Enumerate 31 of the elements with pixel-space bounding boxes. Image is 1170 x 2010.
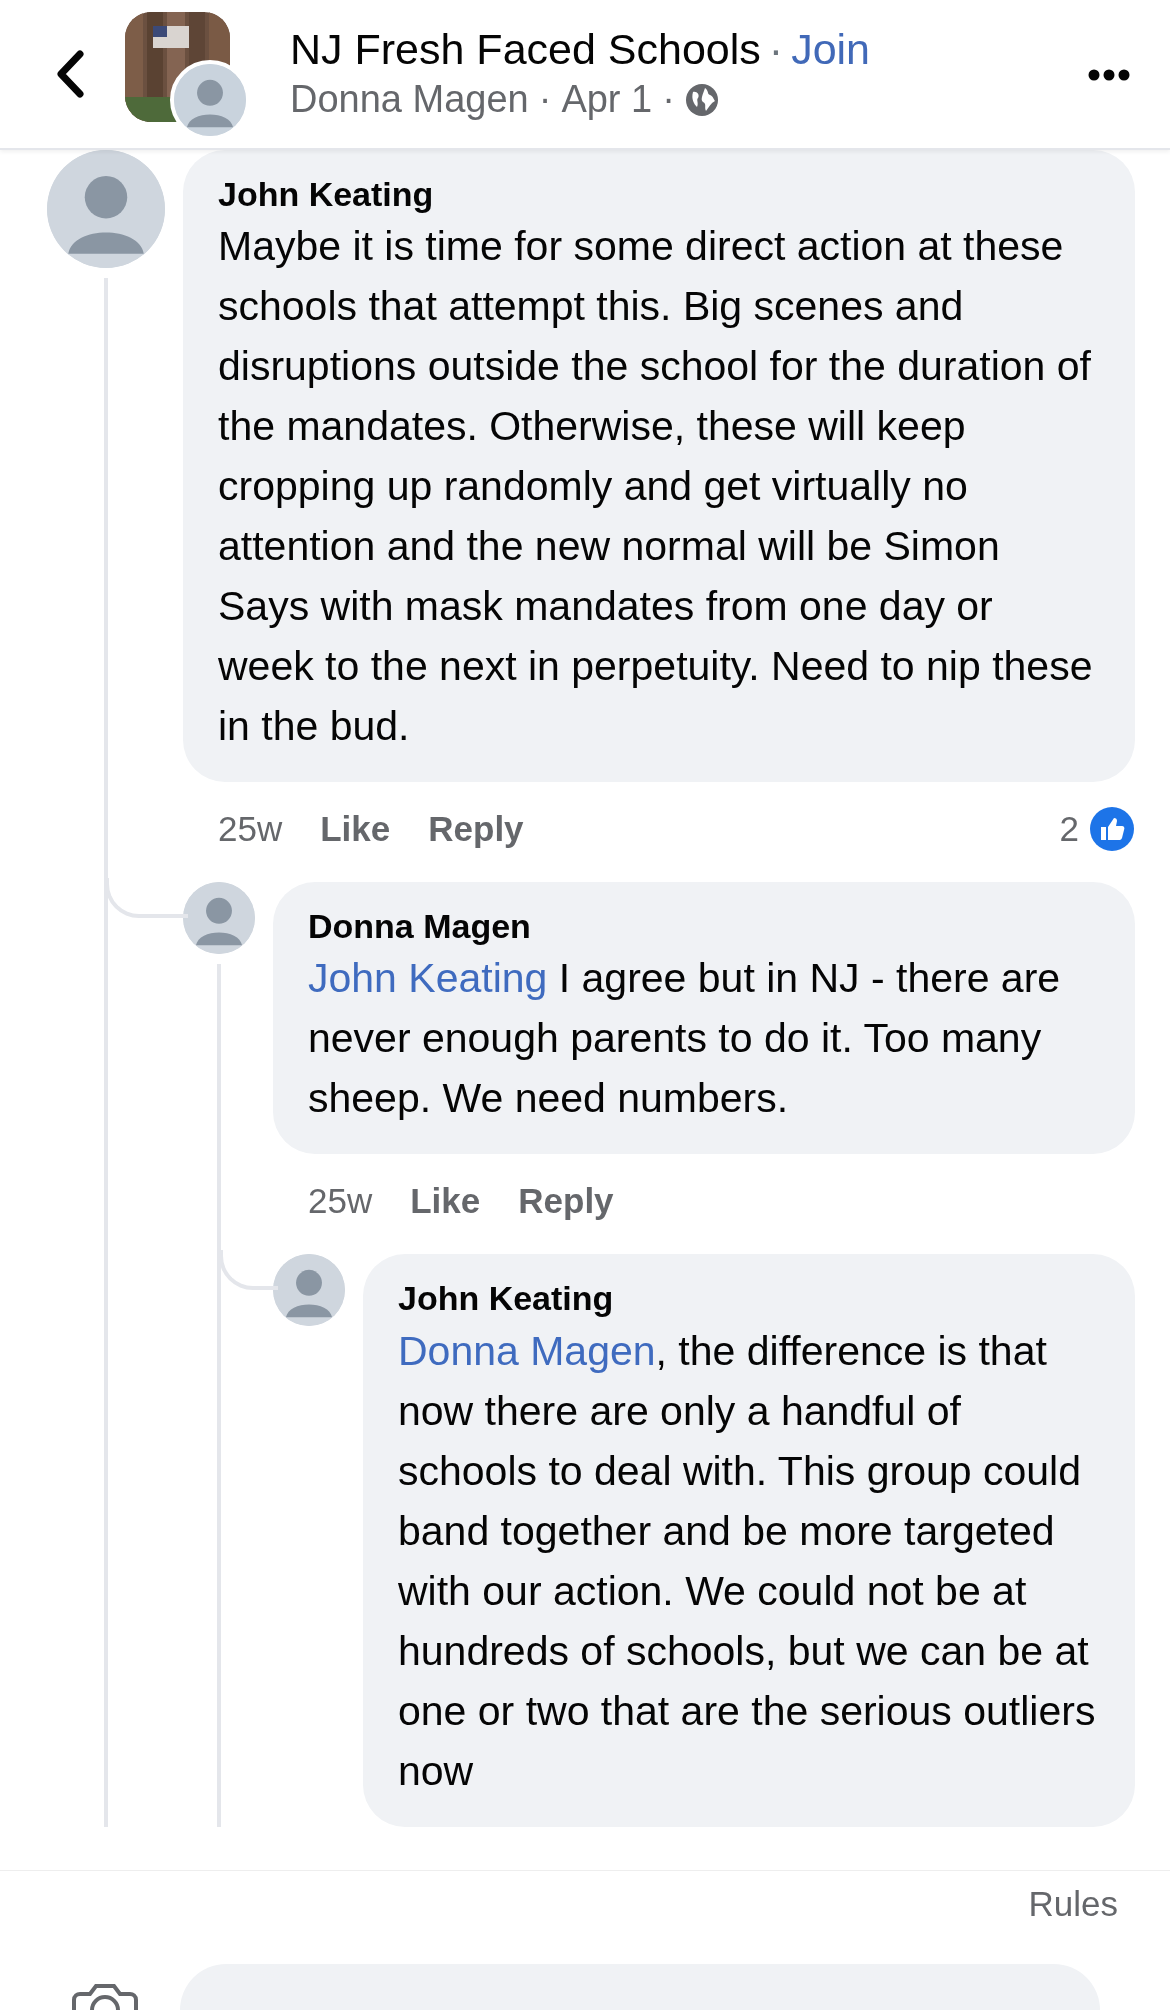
comment-time: 25w bbox=[218, 807, 283, 850]
separator-dot: · bbox=[662, 77, 675, 123]
back-icon[interactable] bbox=[55, 50, 85, 98]
action-link[interactable]: Reply bbox=[518, 1175, 614, 1228]
commenter-name[interactable]: John Keating bbox=[218, 172, 1097, 217]
post-date[interactable]: Apr 1 bbox=[561, 75, 653, 125]
avatar-icon[interactable] bbox=[47, 150, 165, 268]
camera-icon[interactable] bbox=[70, 1984, 140, 2010]
mention-link[interactable]: John Keating bbox=[308, 955, 548, 1002]
thumbs-up-icon bbox=[1089, 806, 1135, 853]
comment-text: Donna Magen, the difference is that now there are only a handful of schools to deal with. This group could band together and be more targeted with our action. We could not be at hundreds of schools, but we can be at one or two that are the serious outliers now bbox=[398, 1326, 1097, 1796]
reaction-count: 2 bbox=[1059, 807, 1079, 850]
comment-text: John Keating I agree but in NJ - there are never enough parents to do it. Too many sheep. We need numbers. bbox=[308, 954, 1062, 1124]
avatar-icon[interactable] bbox=[273, 1254, 345, 1327]
commenter-name[interactable]: John Keating bbox=[398, 1276, 1097, 1321]
globe-icon bbox=[684, 82, 719, 117]
action-link[interactable]: Reply bbox=[428, 802, 524, 856]
comment-text: Maybe it is time for some direct action at these schools that attempt this. Big scenes and disruptions outside the school for the duration of the mandates. Otherwise, these will keep cropping up randomly and get virtually no attention and the new normal will be Simon Says with mask mandates from one day or week to the next in perpetuity. Need to nip these in the bud. bbox=[218, 222, 1094, 752]
mention-link[interactable]: Donna Magen bbox=[398, 1327, 656, 1374]
join-link[interactable]: Join bbox=[791, 23, 870, 76]
comment-time: 25w bbox=[308, 1180, 373, 1223]
rules-link[interactable]: Rules bbox=[1028, 1881, 1118, 1927]
separator-dot: · bbox=[768, 23, 784, 75]
author-name[interactable]: Donna Magen bbox=[290, 75, 529, 125]
group-name[interactable]: NJ Fresh Faced Schools bbox=[290, 23, 761, 76]
separator-dot: · bbox=[538, 77, 552, 123]
action-link[interactable]: Like bbox=[410, 1175, 481, 1228]
avatar-icon[interactable] bbox=[183, 882, 255, 955]
more-icon[interactable] bbox=[1088, 68, 1130, 81]
commenter-name[interactable]: Donna Magen bbox=[308, 904, 1097, 949]
action-link[interactable]: Like bbox=[320, 802, 391, 856]
